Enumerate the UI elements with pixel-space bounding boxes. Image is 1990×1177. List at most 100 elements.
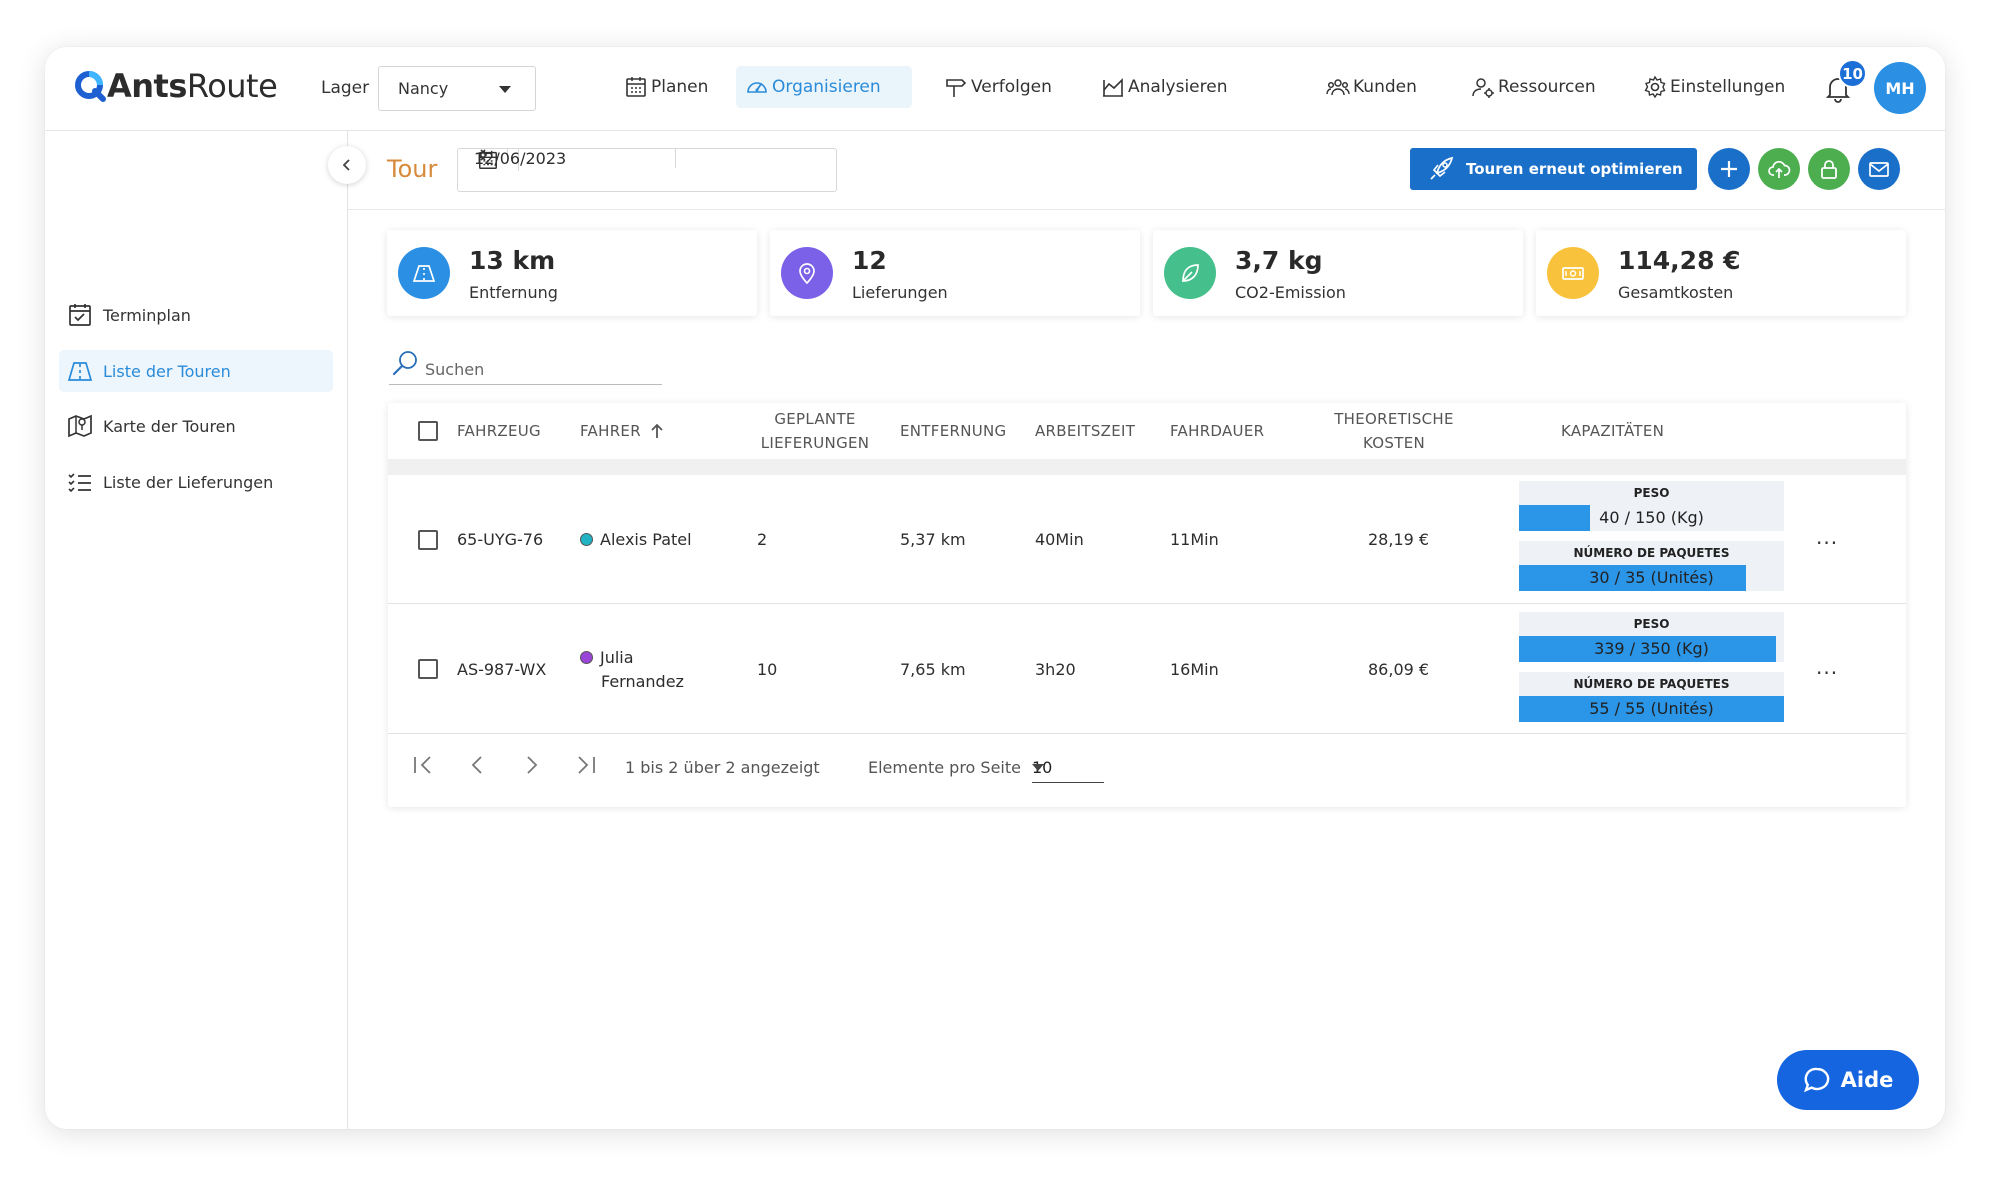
road-icon <box>67 362 93 381</box>
pin-icon <box>799 263 815 285</box>
stat-icon-circle <box>781 247 833 299</box>
distance-cell: 7,65 km <box>900 660 966 679</box>
lock-button[interactable] <box>1808 148 1850 190</box>
per-page-select[interactable]: 10 <box>1032 751 1104 783</box>
email-button[interactable] <box>1858 148 1900 190</box>
capacity-weight-text: 40 / 150 (Kg) <box>1599 508 1704 527</box>
table-row[interactable]: AS-987-WX Julia Fernandez 10 7,65 km 3h2… <box>388 605 1906 734</box>
search-placeholder: Suchen <box>425 360 485 379</box>
search-icon <box>392 351 417 376</box>
stat-icon-circle <box>398 247 450 299</box>
stat-card-co2: 3,7 kg CO2-Emission <box>1153 230 1523 316</box>
col-distance[interactable]: ENTFERNUNG <box>900 419 1006 443</box>
row-checkbox[interactable] <box>418 659 438 679</box>
stat-label: Lieferungen <box>852 283 948 302</box>
chevron-right-icon <box>479 149 487 161</box>
nav-verfolgen[interactable]: Verfolgen <box>935 66 1061 108</box>
driver-color-dot <box>580 651 593 664</box>
date-picker: 12/06/2023 <box>457 148 837 192</box>
row-checkbox[interactable] <box>418 530 438 550</box>
cost-cell: 86,09 € <box>1368 660 1430 679</box>
sidebar-item-terminplan[interactable]: Terminplan <box>59 294 333 336</box>
sidebar: Terminplan Liste der Touren Karte der To… <box>45 131 348 1129</box>
app-logo[interactable]: AntsRoute <box>73 67 278 105</box>
col-planned-deliveries[interactable]: GEPLANTE LIEFERUNGEN <box>743 407 887 455</box>
upload-button[interactable] <box>1758 148 1800 190</box>
chevron-down-icon <box>1032 764 1044 771</box>
capacity-packages-bar: 55 / 55 (Unités) <box>1519 696 1784 722</box>
stat-value: 12 <box>852 246 887 275</box>
cloud-upload-icon <box>1768 160 1791 178</box>
worktime-cell: 40Min <box>1035 530 1084 549</box>
top-bar: AntsRoute Lager Nancy Planen Organisiere… <box>45 47 1945 131</box>
capacity-weight-text: 339 / 350 (Kg) <box>1594 639 1709 658</box>
last-page-icon[interactable] <box>571 751 599 779</box>
calendar-icon <box>626 77 646 97</box>
capacity-weight-label: PESO <box>1519 612 1784 636</box>
nav-analysieren[interactable]: Analysieren <box>1092 66 1237 108</box>
select-all-checkbox[interactable] <box>418 421 438 441</box>
chat-bubble-icon <box>1803 1067 1829 1093</box>
col-capacities: KAPAZITÄTEN <box>1561 422 1665 440</box>
table-header: FAHRZEUG FAHRER GEPLANTE LIEFERUNGEN ENT… <box>388 403 1906 459</box>
nav-ressourcen[interactable]: Ressourcen <box>1462 66 1605 108</box>
app-window: AntsRoute Lager Nancy Planen Organisiere… <box>45 47 1945 1129</box>
sidebar-item-karte-der-touren[interactable]: Karte der Touren <box>59 405 333 447</box>
row-menu-button[interactable]: ... <box>1816 525 1838 549</box>
col-driver[interactable]: FAHRER <box>580 419 665 443</box>
first-page-icon[interactable] <box>410 751 438 779</box>
planned-cell: 10 <box>757 660 778 679</box>
nav-planen[interactable]: Planen <box>615 66 717 108</box>
capacity-packages-text: 55 / 55 (Unités) <box>1589 699 1714 718</box>
next-page-icon[interactable] <box>517 751 545 779</box>
plus-icon <box>1721 161 1737 177</box>
col-theoretical-cost[interactable]: THEORETISCHE KOSTEN <box>1323 407 1465 455</box>
search-input[interactable]: Suchen <box>389 347 662 385</box>
page-title: Tour <box>387 155 438 183</box>
vehicle-cell: 65-UYG-76 <box>457 530 544 549</box>
capacity-weight-bar: 339 / 350 (Kg) <box>1519 636 1784 662</box>
collapse-sidebar-button[interactable] <box>328 146 366 184</box>
distance-cell: 5,37 km <box>900 530 966 549</box>
tours-table: FAHRZEUG FAHRER GEPLANTE LIEFERUNGEN ENT… <box>388 403 1906 807</box>
stat-value: 114,28 € <box>1618 246 1741 275</box>
divider <box>348 209 1945 210</box>
next-day-button[interactable] <box>458 149 507 161</box>
chevron-down-icon <box>499 86 511 93</box>
capacity-weight-bar: 40 / 150 (Kg) <box>1519 505 1784 531</box>
notification-badge: 10 <box>1838 59 1867 88</box>
col-drivetime[interactable]: FAHRDAUER <box>1170 419 1264 443</box>
nav-kunden[interactable]: Kunden <box>1317 66 1426 108</box>
checklist-icon <box>68 473 91 493</box>
table-row[interactable]: 65-UYG-76 Alexis Patel 2 5,37 km 40Min 1… <box>388 475 1906 604</box>
stat-label: Entfernung <box>469 283 558 302</box>
reoptimize-tours-button[interactable]: Touren erneut optimieren <box>1410 148 1697 190</box>
warehouse-select[interactable]: Nancy <box>378 66 536 111</box>
stat-label: CO2-Emission <box>1235 283 1346 302</box>
sidebar-item-liste-der-touren[interactable]: Liste der Touren <box>59 350 333 392</box>
nav-einstellungen[interactable]: Einstellungen <box>1634 66 1794 108</box>
user-gear-icon <box>1472 78 1494 98</box>
col-worktime[interactable]: ARBEITSZEIT <box>1035 419 1135 443</box>
warehouse-label: Lager <box>321 78 370 98</box>
vehicle-cell: AS-987-WX <box>457 660 547 679</box>
speedometer-icon <box>747 82 767 93</box>
stat-value: 13 km <box>469 246 556 275</box>
sidebar-item-liste-der-lieferungen[interactable]: Liste der Lieferungen <box>59 461 333 503</box>
road-icon <box>412 265 436 282</box>
stat-card-total-cost: 114,28 € Gesamtkosten <box>1536 230 1906 316</box>
chart-icon <box>1103 78 1123 97</box>
worktime-cell: 3h20 <box>1035 660 1076 679</box>
logo-text: AntsRoute <box>107 67 278 105</box>
map-pin-icon <box>68 414 92 438</box>
pagination-range: 1 bis 2 über 2 angezeigt <box>625 758 820 777</box>
col-vehicle[interactable]: FAHRZEUG <box>457 419 541 443</box>
leaf-icon <box>1182 264 1199 282</box>
help-button[interactable]: Aide <box>1777 1050 1919 1110</box>
nav-organisieren[interactable]: Organisieren <box>736 66 912 108</box>
row-menu-button[interactable]: ... <box>1816 655 1838 679</box>
capacity-packages-label: NÚMERO DE PAQUETES <box>1519 672 1784 696</box>
avatar[interactable]: MH <box>1874 62 1926 114</box>
add-tour-button[interactable] <box>1708 148 1750 190</box>
prev-page-icon[interactable] <box>464 751 492 779</box>
